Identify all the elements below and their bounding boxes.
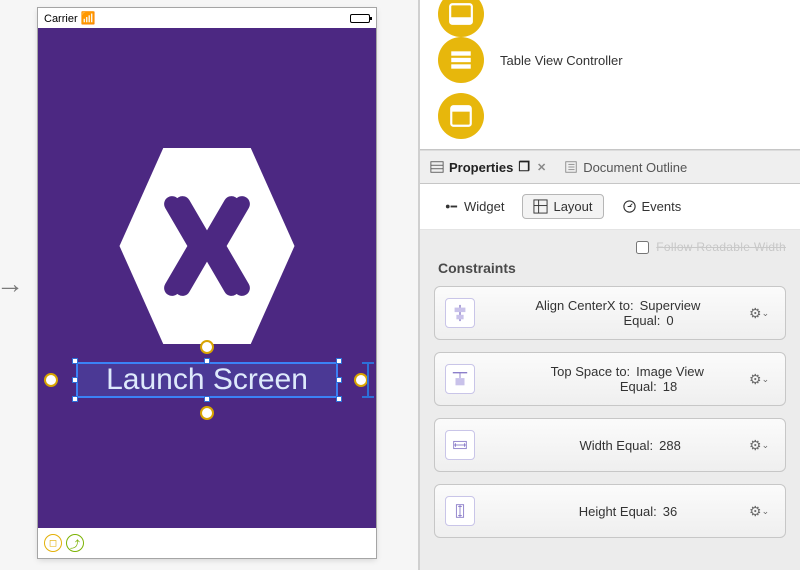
scene-dock: ◻ ⤴: [38, 528, 376, 558]
text-cursor-icon: [362, 362, 374, 398]
library-item-label: Table View Controller: [500, 53, 623, 68]
right-column: Table View Controller Properties ❐ ✕ Doc…: [420, 0, 800, 570]
panel-tab-bar: Properties ❐ ✕ Document Outline: [420, 150, 800, 184]
resize-handle[interactable]: [336, 358, 342, 364]
tab-events[interactable]: Events: [612, 195, 692, 218]
constraint-handle[interactable]: [44, 373, 58, 387]
resize-handle[interactable]: [336, 377, 342, 383]
resize-handle[interactable]: [72, 377, 78, 383]
carrier-label: Carrier 📶: [44, 11, 96, 25]
readable-width-checkbox[interactable]: [636, 241, 649, 254]
library-item[interactable]: [438, 88, 782, 144]
constraint-handle[interactable]: [200, 340, 214, 354]
constraint-row[interactable]: Align CenterX to:Superview Equal:0 ⚙︎⌄: [434, 286, 786, 340]
table-view-controller-icon: [438, 37, 484, 83]
object-library[interactable]: Table View Controller: [420, 0, 800, 150]
constraint-row[interactable]: Height Equal:36 ⚙︎⌄: [434, 484, 786, 538]
design-canvas[interactable]: → Carrier 📶 Launch Screen: [0, 0, 420, 570]
readable-width-row: Follow Readable Width: [434, 240, 786, 254]
resize-handle[interactable]: [72, 358, 78, 364]
align-centerx-icon: [445, 298, 475, 328]
tab-document-outline[interactable]: Document Outline: [564, 160, 687, 175]
view-controller-icon: [438, 93, 484, 139]
view-controller-icon[interactable]: ◻: [44, 534, 62, 552]
device-frame: Carrier 📶 Launch Screen: [38, 8, 376, 558]
battery-icon: [350, 14, 370, 23]
pad-restore-icon[interactable]: ❐: [518, 159, 530, 175]
close-icon[interactable]: ✕: [537, 161, 546, 174]
constraint-row[interactable]: Top Space to:Image View Equal:18 ⚙︎⌄: [434, 352, 786, 406]
constraint-handle[interactable]: [200, 406, 214, 420]
library-item[interactable]: Table View Controller: [438, 32, 782, 88]
selection-outline: [76, 362, 338, 398]
wifi-icon: 📶: [81, 11, 96, 25]
launch-screen-view[interactable]: Launch Screen: [38, 28, 376, 528]
constraint-row[interactable]: Width Equal:288 ⚙︎⌄: [434, 418, 786, 472]
resize-handle[interactable]: [336, 396, 342, 402]
gear-icon[interactable]: ⚙︎⌄: [749, 503, 775, 520]
height-icon: [445, 496, 475, 526]
tab-widget[interactable]: Widget: [434, 195, 514, 218]
status-bar: Carrier 📶: [38, 8, 376, 28]
segue-arrow-icon: →: [0, 268, 24, 300]
top-space-icon: [445, 364, 475, 394]
resize-handle[interactable]: [204, 358, 210, 364]
gear-icon[interactable]: ⚙︎⌄: [749, 437, 775, 454]
gear-icon[interactable]: ⚙︎⌄: [749, 371, 775, 388]
properties-body: Follow Readable Width Constraints Align …: [420, 230, 800, 570]
tab-properties[interactable]: Properties ❐ ✕: [430, 159, 546, 175]
library-item[interactable]: [438, 0, 782, 32]
exit-icon[interactable]: ⤴: [66, 534, 84, 552]
launch-label-selected[interactable]: Launch Screen: [76, 362, 338, 398]
resize-handle[interactable]: [72, 396, 78, 402]
xamarin-logo-image[interactable]: [119, 148, 295, 344]
gear-icon[interactable]: ⚙︎⌄: [749, 305, 775, 322]
properties-mode-tabs: Widget Layout Events: [420, 184, 800, 230]
resize-handle[interactable]: [204, 396, 210, 402]
constraints-header: Constraints: [438, 260, 786, 276]
width-icon: [445, 430, 475, 460]
editor-root: → Carrier 📶 Launch Screen: [0, 0, 800, 570]
tab-layout[interactable]: Layout: [522, 194, 603, 219]
